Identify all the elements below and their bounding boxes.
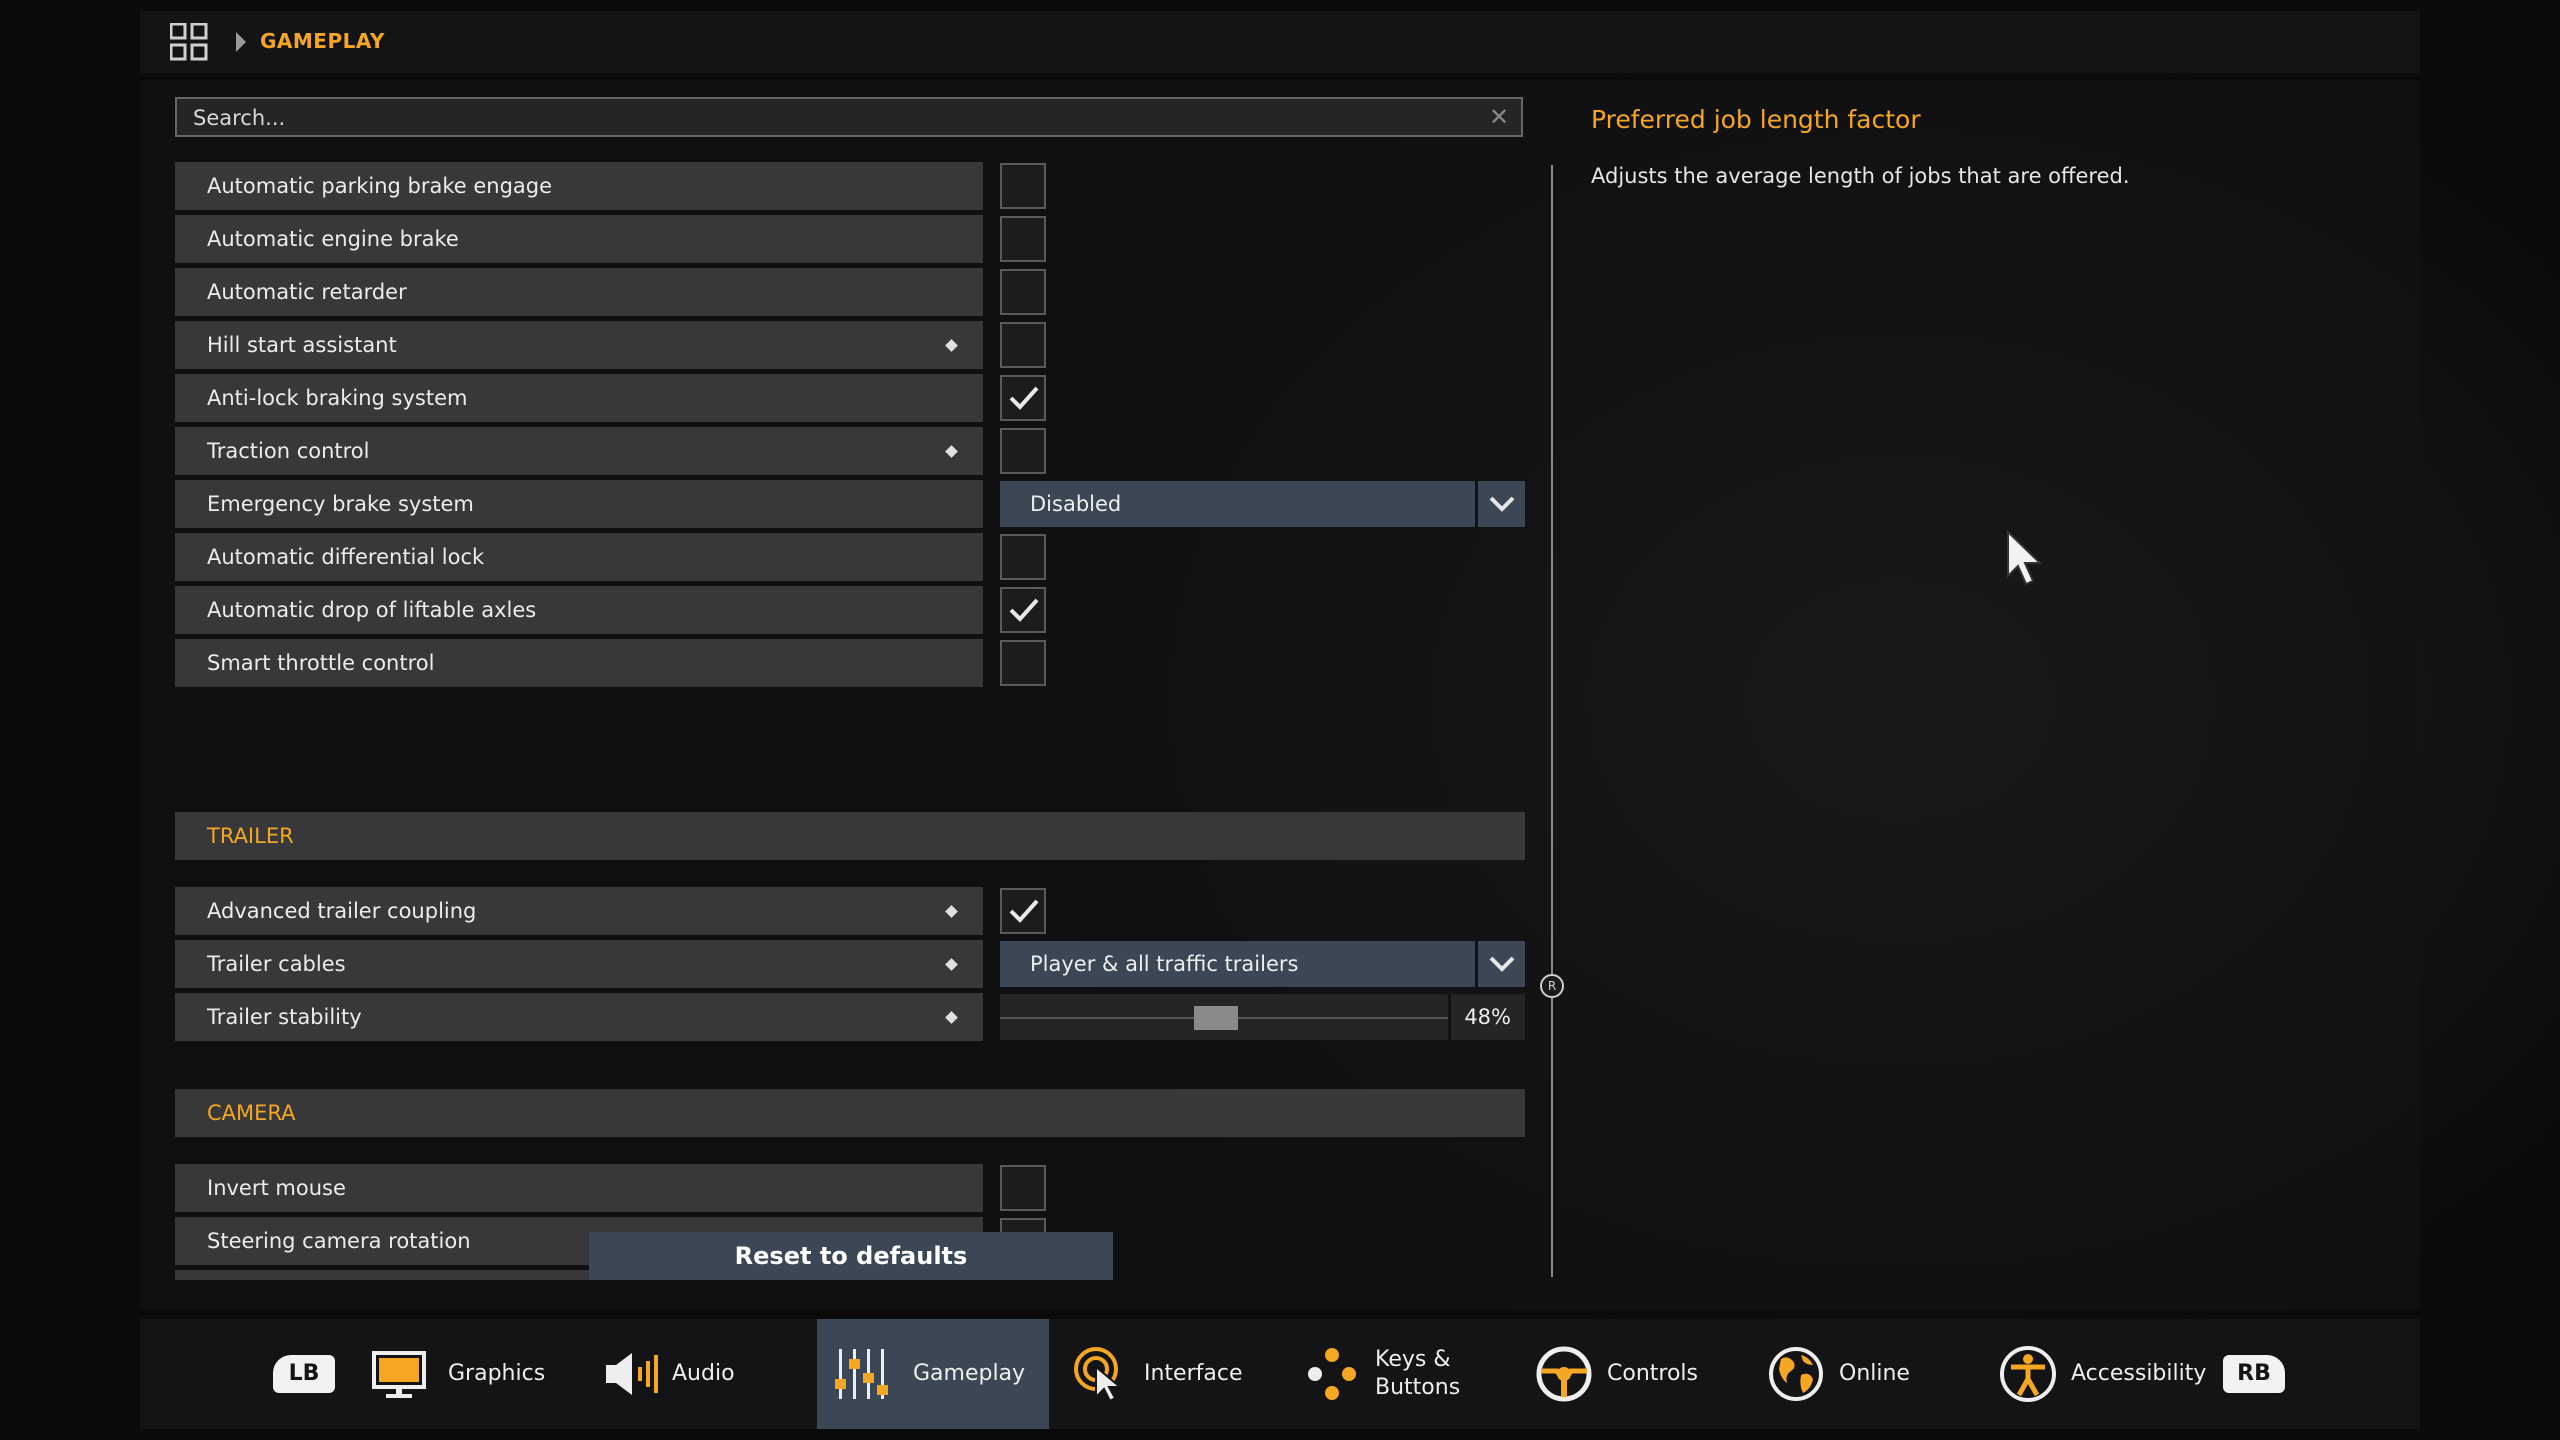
section-header-trailer: TRAILER xyxy=(175,812,1525,860)
top-bar: GAMEPLAY xyxy=(140,11,2420,73)
search-input[interactable] xyxy=(191,99,1465,137)
setting-label: Anti-lock braking system xyxy=(175,374,983,422)
slider-value: 48% xyxy=(1451,994,1525,1040)
search-box[interactable]: ✕ xyxy=(175,97,1523,137)
info-title: Preferred job length factor xyxy=(1591,105,1921,134)
tab-label: Buttons xyxy=(1375,1375,1461,1400)
cursor-click-icon xyxy=(1074,1347,1123,1403)
grid-menu-icon[interactable] xyxy=(170,23,208,61)
tab-gameplay[interactable]: Gameplay xyxy=(817,1319,1049,1429)
tab-controls[interactable]: Controls xyxy=(1525,1319,1755,1429)
setting-row[interactable]: Automatic engine brake xyxy=(175,215,1525,263)
emergency-brake-dropdown[interactable]: Disabled xyxy=(1000,481,1475,527)
setting-label: Smart throttle control xyxy=(175,639,983,687)
breadcrumb-arrow-icon xyxy=(236,32,246,52)
checkmark-icon xyxy=(1009,598,1039,622)
steering-wheel-icon xyxy=(1536,1346,1592,1402)
setting-checkbox[interactable] xyxy=(1000,322,1046,368)
setting-row[interactable]: Advanced trailer coupling xyxy=(175,887,1525,935)
setting-checkbox[interactable] xyxy=(1000,428,1046,474)
tab-keys-buttons[interactable]: Keys & Buttons xyxy=(1293,1319,1523,1429)
setting-row[interactable]: Automatic differential lock xyxy=(175,533,1525,581)
setting-label: Invert mouse xyxy=(175,1164,983,1212)
dropdown-toggle[interactable] xyxy=(1478,481,1525,527)
tab-accessibility[interactable]: Accessibility xyxy=(1989,1319,2239,1429)
setting-checkbox[interactable] xyxy=(1000,375,1046,421)
setting-row[interactable]: Smart throttle control xyxy=(175,639,1525,687)
setting-label: Advanced trailer coupling xyxy=(175,887,983,935)
tab-label: Accessibility xyxy=(2071,1361,2207,1386)
trailer-cables-dropdown[interactable]: Player & all traffic trailers xyxy=(1000,941,1475,987)
dropdown-toggle[interactable] xyxy=(1478,941,1525,987)
setting-row[interactable]: Hill start assistant xyxy=(175,321,1525,369)
setting-row[interactable]: Invert mouse xyxy=(175,1164,1525,1212)
setting-label: Traction control xyxy=(175,427,983,475)
globe-icon xyxy=(1769,1347,1823,1401)
chevron-down-icon xyxy=(1489,956,1515,972)
setting-label: Trailer cables xyxy=(175,940,983,988)
gamepad-buttons-icon xyxy=(1308,1348,1356,1400)
monitor-icon xyxy=(372,1351,426,1398)
trailer-stability-slider[interactable] xyxy=(1000,994,1448,1040)
breadcrumb-current: GAMEPLAY xyxy=(260,29,385,53)
chevron-down-icon xyxy=(1489,496,1515,512)
setting-label: Automatic drop of liftable axles xyxy=(175,586,983,634)
setting-checkbox[interactable] xyxy=(1000,216,1046,262)
tab-label: Online xyxy=(1839,1361,1910,1386)
setting-checkbox[interactable] xyxy=(1000,534,1046,580)
speaker-icon xyxy=(606,1353,658,1395)
setting-label: Hill start assistant xyxy=(175,321,983,369)
tab-interface[interactable]: Interface xyxy=(1062,1319,1292,1429)
setting-label: Automatic differential lock xyxy=(175,533,983,581)
setting-checkbox[interactable] xyxy=(1000,1165,1046,1211)
settings-list[interactable]: Automatic parking brake engage Automatic… xyxy=(175,162,1525,1280)
setting-label: Emergency brake system xyxy=(175,480,983,528)
lb-bumper-button[interactable]: LB xyxy=(273,1355,335,1393)
setting-checkbox[interactable] xyxy=(1000,269,1046,315)
tab-audio[interactable]: Audio xyxy=(592,1319,812,1429)
rb-bumper-button[interactable]: RB xyxy=(2223,1355,2285,1393)
section-header-camera: CAMERA xyxy=(175,1089,1525,1137)
setting-label: Automatic engine brake xyxy=(175,215,983,263)
tab-label: Keys & xyxy=(1375,1347,1451,1372)
setting-row[interactable]: Trailer cables Player & all traffic trai… xyxy=(175,940,1525,988)
setting-row[interactable]: Automatic retarder xyxy=(175,268,1525,316)
tab-label: Interface xyxy=(1144,1361,1243,1386)
setting-checkbox[interactable] xyxy=(1000,163,1046,209)
scrollbar[interactable] xyxy=(1551,165,1553,1277)
tab-label: Graphics xyxy=(448,1361,546,1386)
checkmark-icon xyxy=(1009,899,1039,923)
settings-panel: ✕ Automatic parking brake engage Automat… xyxy=(140,80,2420,1310)
reset-defaults-button[interactable]: Reset to defaults xyxy=(589,1232,1113,1280)
setting-label: Trailer stability xyxy=(175,993,983,1041)
clear-search-icon[interactable]: ✕ xyxy=(1487,105,1511,129)
setting-row[interactable]: Automatic drop of liftable axles xyxy=(175,586,1525,634)
tab-label: Gameplay xyxy=(913,1361,1026,1386)
setting-label: Automatic retarder xyxy=(175,268,983,316)
sliders-icon xyxy=(835,1349,888,1399)
setting-row[interactable]: Traction control xyxy=(175,427,1525,475)
setting-checkbox[interactable] xyxy=(1000,640,1046,686)
setting-row[interactable]: Anti-lock braking system xyxy=(175,374,1525,422)
bottom-nav: LB Graphics Audio Gameplay Interface Key… xyxy=(140,1319,2420,1429)
tab-online[interactable]: Online xyxy=(1757,1319,1987,1429)
tab-label-group: Keys & Buttons xyxy=(1375,1319,1460,1429)
setting-row[interactable]: Automatic parking brake engage xyxy=(175,162,1525,210)
checkmark-icon xyxy=(1009,386,1039,410)
setting-label: Automatic parking brake engage xyxy=(175,162,983,210)
tab-label: Controls xyxy=(1607,1361,1698,1386)
accessibility-person-icon xyxy=(2000,1346,2056,1402)
setting-checkbox[interactable] xyxy=(1000,888,1046,934)
setting-row[interactable]: Emergency brake system Disabled xyxy=(175,480,1525,528)
tab-label: Audio xyxy=(672,1361,735,1386)
info-description: Adjusts the average length of jobs that … xyxy=(1591,164,2130,188)
setting-checkbox[interactable] xyxy=(1000,587,1046,633)
slider-knob[interactable] xyxy=(1194,1006,1238,1030)
setting-row[interactable]: Trailer stability 48% xyxy=(175,993,1525,1041)
mouse-cursor-icon xyxy=(2007,530,2043,586)
scrollbar-thumb[interactable]: R xyxy=(1540,974,1564,998)
